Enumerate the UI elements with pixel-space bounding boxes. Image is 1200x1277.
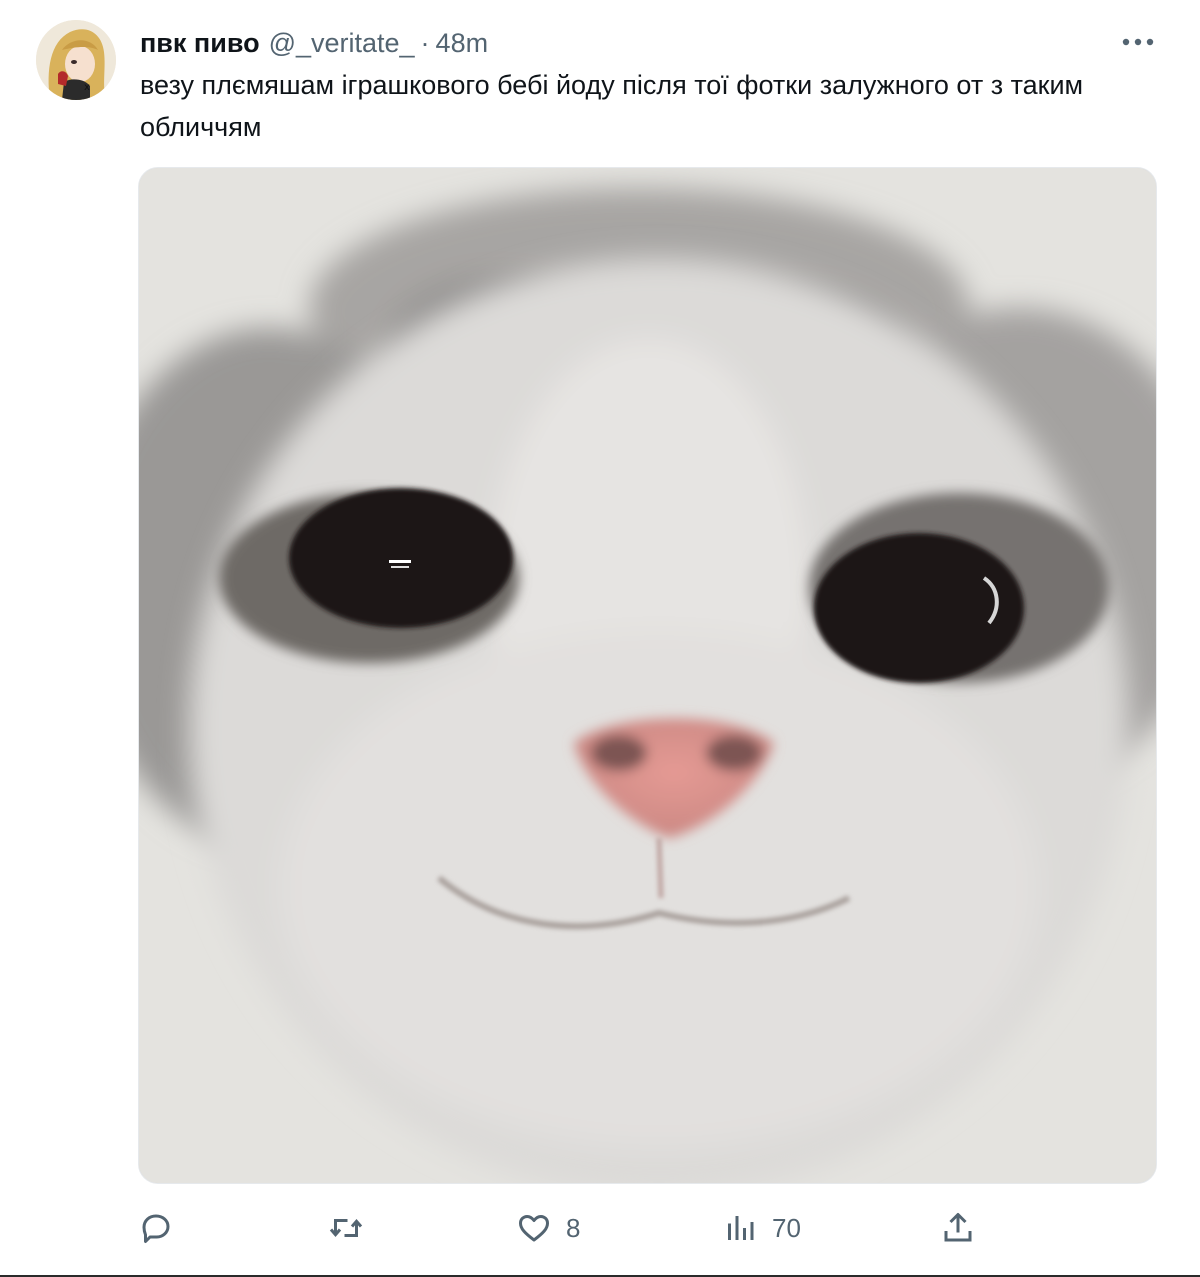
reply-icon bbox=[142, 1214, 170, 1243]
tweet-header: пвк пиво @_veritate_ · 48m bbox=[140, 26, 488, 60]
avatar-image: x bbox=[36, 20, 116, 100]
cat-photo bbox=[139, 168, 1156, 1183]
share-button[interactable] bbox=[940, 1204, 976, 1252]
retweet-icon bbox=[329, 1218, 363, 1238]
separator: · bbox=[420, 27, 430, 58]
svg-text:x: x bbox=[84, 82, 90, 93]
user-handle[interactable]: @_veritate_ bbox=[269, 28, 415, 59]
tweet[interactable]: x пвк пиво @_veritate_ · 48m везу плємяш… bbox=[0, 0, 1200, 1277]
like-count: 8 bbox=[566, 1212, 581, 1243]
timestamp[interactable]: 48m bbox=[436, 28, 489, 59]
views-count: 70 bbox=[772, 1212, 801, 1243]
avatar[interactable]: x bbox=[36, 20, 116, 100]
tweet-image[interactable] bbox=[138, 167, 1157, 1184]
more-options-button[interactable] bbox=[1118, 30, 1158, 54]
reply-button[interactable] bbox=[138, 1204, 188, 1252]
like-button[interactable]: 8 bbox=[516, 1204, 580, 1252]
tweet-actions: 8 70 bbox=[138, 1204, 988, 1252]
share-icon bbox=[944, 1213, 972, 1242]
analytics-icon bbox=[728, 1216, 754, 1240]
more-icon bbox=[1122, 38, 1154, 46]
tweet-text: везу плємяшам іграшкового бебі йоду післ… bbox=[140, 70, 1084, 142]
heart-icon bbox=[519, 1214, 549, 1242]
views-button[interactable]: 70 bbox=[722, 1204, 801, 1252]
retweet-button[interactable] bbox=[328, 1204, 378, 1252]
display-name[interactable]: пвк пиво bbox=[140, 28, 260, 59]
